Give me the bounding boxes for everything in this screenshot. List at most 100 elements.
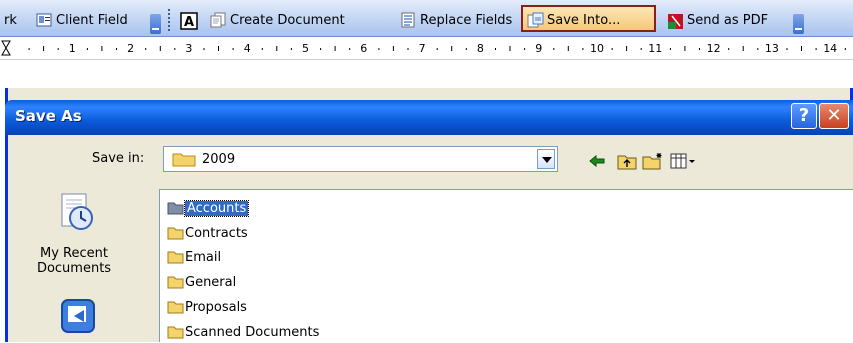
- ruler-tick: [407, 48, 409, 50]
- places-bar: My Recent Documents: [8, 180, 152, 342]
- toolbar-grip[interactable]: [168, 9, 170, 31]
- folder-icon: [172, 151, 196, 171]
- save-in-dropdown[interactable]: 2009: [163, 146, 558, 172]
- ruler-tick: [320, 48, 322, 50]
- toolbar-overflow-chevron-2[interactable]: [793, 14, 804, 34]
- ruler-tick: [218, 46, 219, 51]
- toolbar-item-truncated-label: rk: [4, 12, 17, 28]
- tab-stop-icon: [1, 40, 11, 56]
- ruler-ticks: 1 2 3 4 5 6 7 8 9 10 11 12 13 14: [1, 40, 846, 56]
- create-document-icon: [210, 12, 226, 28]
- save-into-label: Save Into...: [547, 12, 621, 28]
- file-list[interactable]: Accounts Contracts Email General Proposa…: [159, 189, 853, 342]
- client-field-label: Client Field: [56, 12, 128, 28]
- ruler[interactable]: 1 2 3 4 5 6 7 8 9 10 11 12 13 14: [0, 37, 853, 60]
- toolbar: rk Client Field A Create Document Replac…: [0, 0, 853, 37]
- ruler-number: 6: [360, 42, 367, 55]
- send-as-pdf-label: Send as PDF: [687, 12, 769, 28]
- ruler-tick: [392, 46, 394, 51]
- list-item[interactable]: Email: [167, 248, 221, 266]
- ruler-number: 1: [69, 42, 76, 55]
- replace-fields-label: Replace Fields: [420, 12, 513, 28]
- ruler-tick: [43, 46, 45, 51]
- desktop-icon[interactable]: [60, 298, 98, 338]
- folder-icon: [167, 301, 184, 314]
- close-button[interactable]: ✕: [819, 103, 849, 129]
- ruler-tick: [509, 46, 511, 51]
- ruler-tick: [145, 48, 147, 50]
- ruler-tick: [844, 48, 846, 50]
- create-document-button[interactable]: Create Document: [210, 11, 345, 29]
- ruler-tick: [801, 46, 802, 51]
- toolbar-overflow-chevron[interactable]: [150, 14, 161, 34]
- ruler-tick: [276, 46, 278, 51]
- list-item[interactable]: Contracts: [167, 224, 248, 242]
- list-item[interactable]: Scanned Documents: [167, 323, 319, 341]
- recent-documents-icon[interactable]: [58, 192, 96, 236]
- views-menu-icon[interactable]: [670, 152, 696, 170]
- list-item[interactable]: Proposals: [167, 298, 247, 316]
- ruler-tick: [553, 48, 555, 50]
- place-recent-documents[interactable]: My Recent Documents: [24, 246, 124, 276]
- ruler-number: 5: [302, 42, 309, 55]
- folder-name: Scanned Documents: [185, 324, 320, 340]
- ruler-tick: [524, 48, 526, 50]
- ruler-number: 7: [419, 42, 426, 55]
- ruler-number: 2: [127, 42, 134, 55]
- folder-name: Proposals: [185, 299, 247, 315]
- folder-name: Email: [185, 249, 222, 265]
- dropdown-arrow-button[interactable]: [537, 149, 555, 169]
- ruler-tick: [159, 46, 161, 51]
- dialog-titlebar[interactable]: Save As ? ✕: [5, 100, 853, 135]
- help-button[interactable]: ?: [791, 103, 817, 129]
- pdf-icon: [667, 12, 683, 29]
- save-into-icon: [527, 12, 544, 28]
- ruler-tick: [684, 46, 686, 51]
- ruler-tick: [349, 48, 351, 50]
- ruler-tick: [174, 48, 176, 50]
- ruler-number: 10: [590, 42, 604, 55]
- new-folder-icon[interactable]: [642, 152, 664, 170]
- ruler-number: 13: [765, 42, 779, 55]
- ruler-number: 4: [244, 42, 251, 55]
- list-item[interactable]: Accounts: [167, 199, 250, 217]
- ruler-tick: [232, 48, 234, 50]
- ruler-tick: [495, 48, 496, 50]
- ruler-number: 14: [823, 42, 837, 55]
- ruler-number: 9: [535, 42, 542, 55]
- ruler-tick: [203, 48, 205, 50]
- back-arrow-icon[interactable]: [588, 152, 606, 170]
- ruler-tick: [699, 48, 700, 50]
- text-format-button[interactable]: A: [180, 11, 200, 30]
- dialog-title: Save As: [15, 107, 82, 125]
- ruler-tick: [582, 48, 584, 50]
- ruler-number: 11: [648, 42, 662, 55]
- up-folder-icon[interactable]: [617, 152, 637, 170]
- folder-icon: [167, 227, 184, 240]
- ruler-tick: [669, 48, 671, 50]
- create-document-label: Create Document: [230, 12, 345, 28]
- ruler-tick: [116, 48, 117, 50]
- ruler-tick: [611, 48, 613, 50]
- ruler-tick: [728, 48, 730, 50]
- folder-icon: [167, 202, 184, 215]
- replace-fields-button[interactable]: Replace Fields: [400, 11, 512, 29]
- folder-icon: [167, 251, 184, 264]
- replace-fields-icon: [400, 12, 416, 28]
- ruler-tick: [436, 48, 438, 50]
- ruler-tick: [815, 48, 817, 50]
- text-format-icon: A: [180, 12, 198, 30]
- folder-name: Contracts: [185, 225, 248, 241]
- ruler-tick: [465, 48, 467, 50]
- ruler-tick: [757, 48, 759, 50]
- ruler-number: 8: [477, 42, 484, 55]
- list-item[interactable]: General: [167, 273, 236, 291]
- ruler-tick: [101, 46, 103, 51]
- save-into-button[interactable]: Save Into...: [527, 11, 620, 29]
- toolbar-item-truncated[interactable]: rk: [4, 11, 17, 29]
- client-field-button[interactable]: Client Field: [36, 11, 128, 29]
- send-as-pdf-button[interactable]: Send as PDF: [667, 11, 768, 29]
- ruler-tick: [290, 48, 292, 50]
- ruler-tick: [334, 46, 336, 51]
- folder-name: General: [185, 274, 237, 290]
